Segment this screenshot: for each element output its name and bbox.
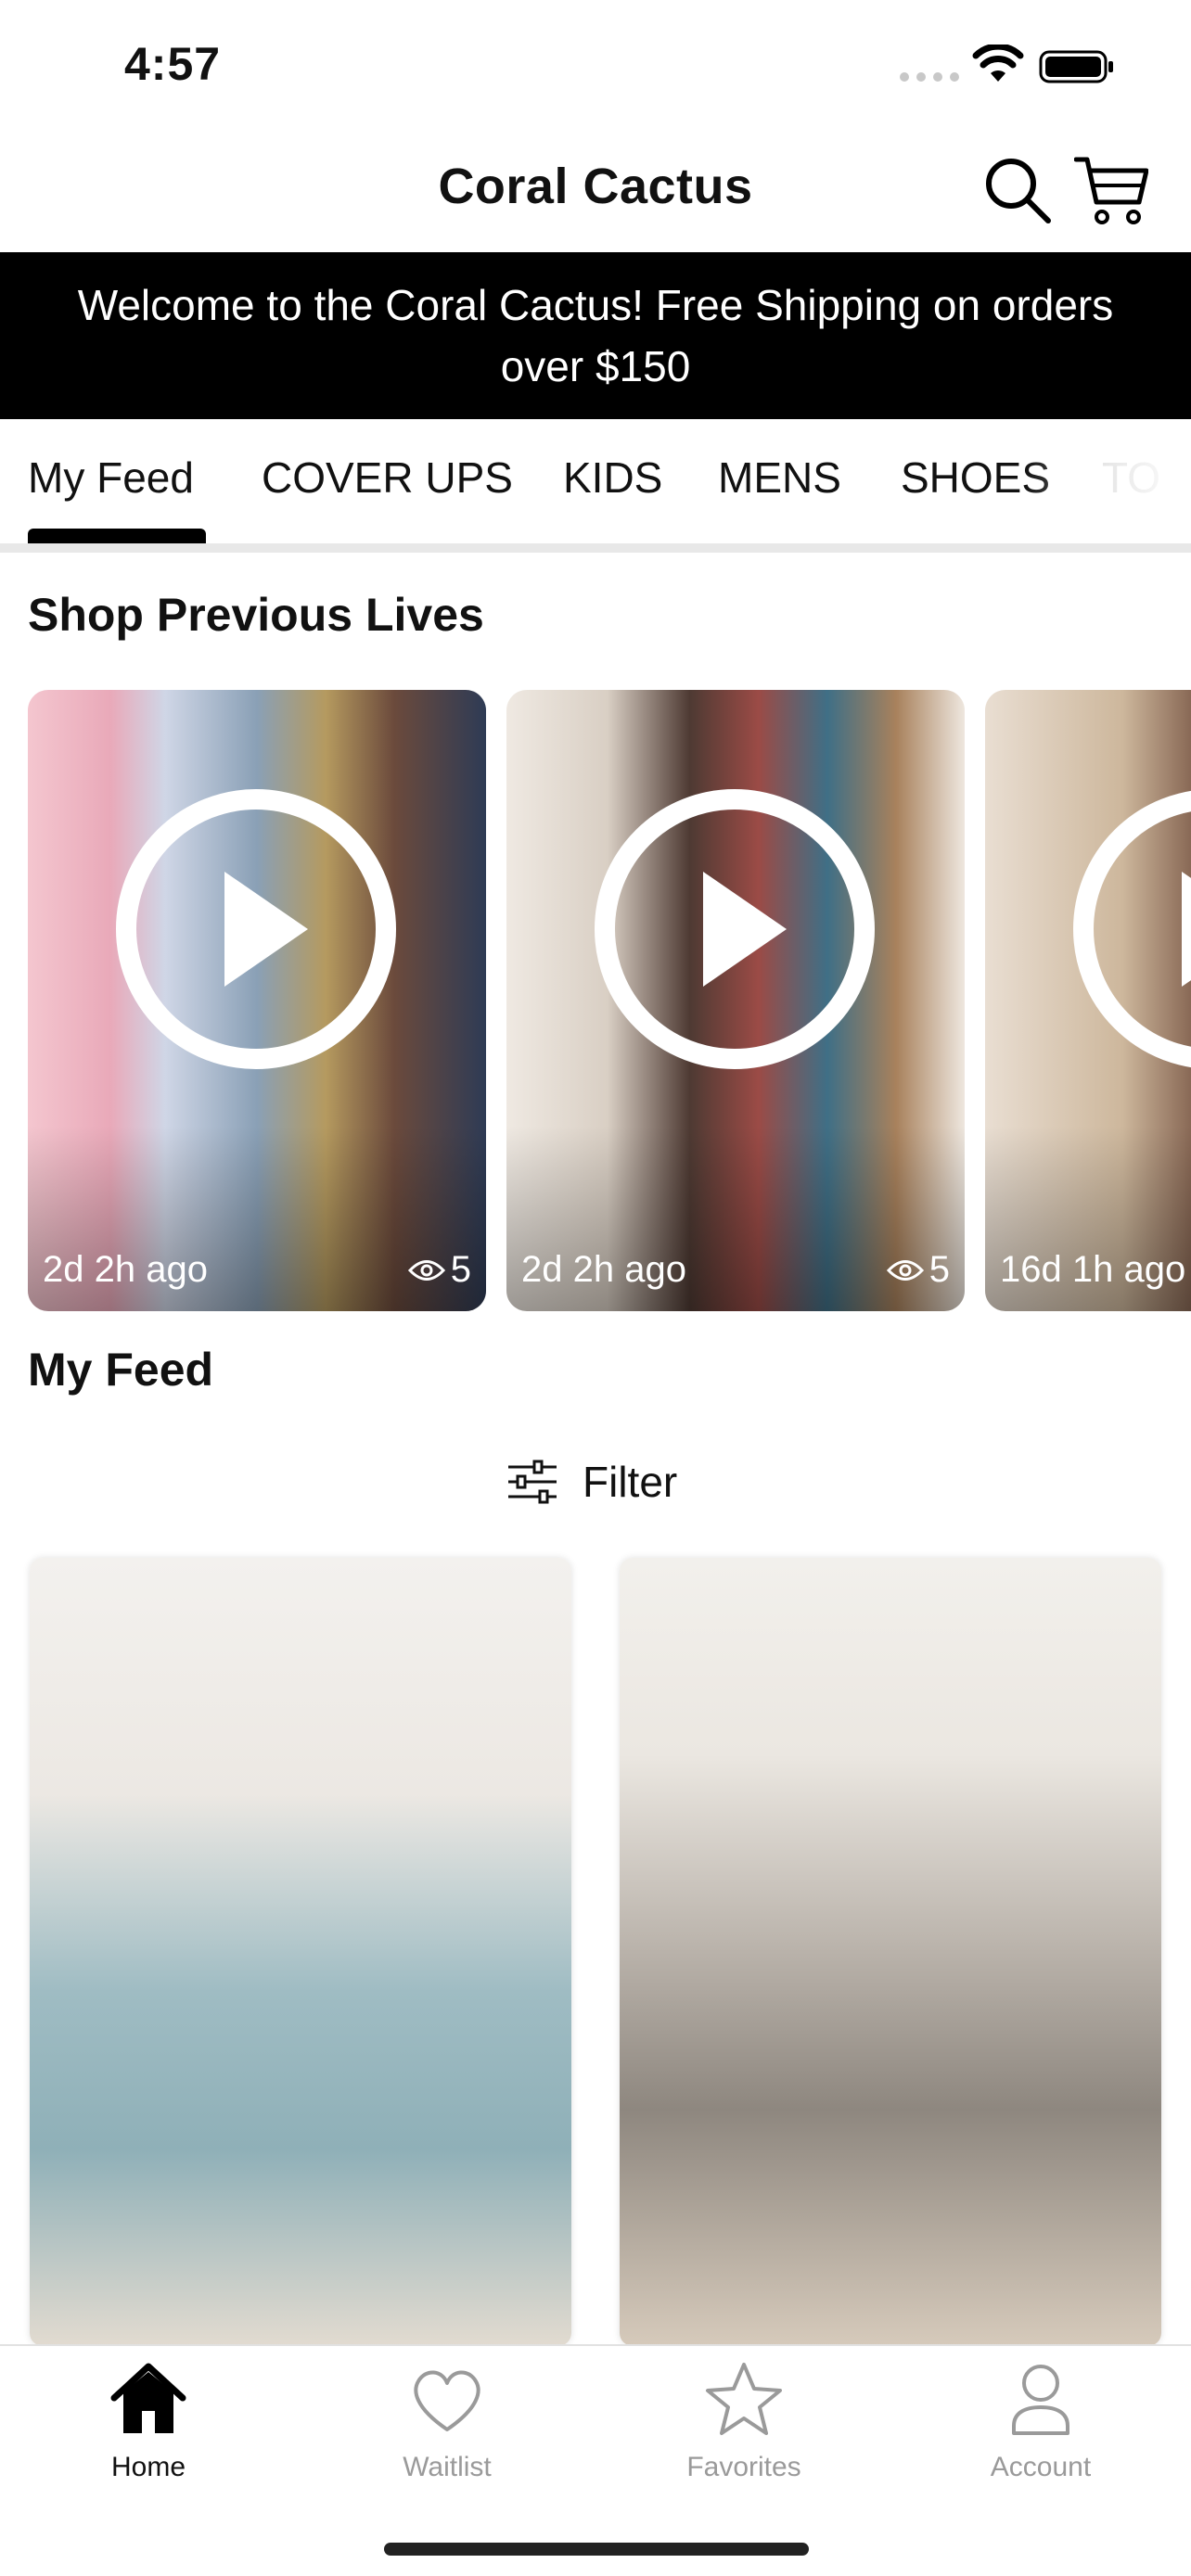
my-feed-title: My Feed (28, 1344, 214, 1396)
product-card[interactable] (30, 1558, 571, 2346)
status-time: 4:57 (124, 38, 222, 90)
sliders-icon (508, 1460, 557, 1504)
bottom-navigation: Home Waitlist Favorites Account (0, 2344, 1191, 2576)
star-icon (706, 2363, 782, 2435)
previous-lives-carousel[interactable]: 2d 2h ago 5 2d 2h ago 5 16d 1h ago (28, 690, 1191, 1313)
live-views-value: 5 (928, 1249, 950, 1290)
live-time-ago: 16d 1h ago (1000, 1249, 1186, 1290)
promo-banner-text: Welcome to the Coral Cactus! Free Shippi… (77, 281, 1114, 390)
tab-kids[interactable]: KIDS (563, 453, 662, 503)
live-video-card[interactable]: 2d 2h ago 5 (28, 690, 486, 1311)
nav-waitlist[interactable]: Waitlist (345, 2359, 549, 2498)
tabs-divider (0, 543, 1191, 553)
cellular-signal-icon (900, 72, 959, 82)
product-card[interactable] (620, 1558, 1161, 2346)
promo-banner: Welcome to the Coral Cactus! Free Shippi… (0, 252, 1191, 419)
home-indicator (384, 2543, 809, 2556)
live-time-ago: 2d 2h ago (43, 1249, 208, 1290)
eye-icon (886, 1259, 924, 1281)
live-views-value: 5 (450, 1249, 471, 1290)
cart-icon[interactable] (1074, 154, 1148, 226)
category-tabs: My Feed COVER UPS KIDS MENS SHOES TO (0, 419, 1191, 545)
live-time-ago: 2d 2h ago (521, 1249, 686, 1290)
person-icon (1012, 2365, 1069, 2435)
live-view-count: 5 (407, 1249, 471, 1291)
filter-label: Filter (583, 1458, 678, 1506)
nav-favorites-label: Favorites (686, 2452, 801, 2482)
home-icon (110, 2363, 186, 2433)
filter-button[interactable]: Filter (506, 1448, 677, 1515)
nav-account[interactable]: Account (939, 2359, 1143, 2498)
nav-waitlist-label: Waitlist (403, 2452, 492, 2482)
status-bar: 4:57 (0, 0, 1191, 130)
tabs-fade (1024, 419, 1191, 540)
nav-home-label: Home (110, 2452, 186, 2482)
live-video-card[interactable]: 2d 2h ago 5 (506, 690, 965, 1311)
tab-mens[interactable]: MENS (718, 453, 841, 503)
play-icon[interactable] (594, 788, 876, 1070)
tab-cover-ups[interactable]: COVER UPS (262, 453, 513, 503)
search-icon[interactable] (983, 156, 1052, 224)
nav-account-label: Account (990, 2452, 1092, 2482)
wifi-icon (972, 45, 1024, 82)
previous-lives-title: Shop Previous Lives (28, 589, 484, 641)
nav-favorites[interactable]: Favorites (642, 2359, 846, 2498)
play-icon[interactable] (1072, 788, 1191, 1070)
app-header: Coral Cactus (0, 130, 1191, 252)
tab-my-feed[interactable]: My Feed (28, 453, 194, 503)
heart-icon (414, 2370, 480, 2431)
live-view-count: 5 (886, 1249, 950, 1291)
battery-icon (1039, 50, 1113, 83)
nav-home[interactable]: Home (46, 2359, 250, 2498)
product-image (620, 1558, 1161, 2346)
play-icon[interactable] (115, 788, 397, 1070)
eye-icon (407, 1259, 445, 1281)
product-image (30, 1558, 571, 2346)
live-video-card[interactable]: 16d 1h ago (985, 690, 1191, 1311)
